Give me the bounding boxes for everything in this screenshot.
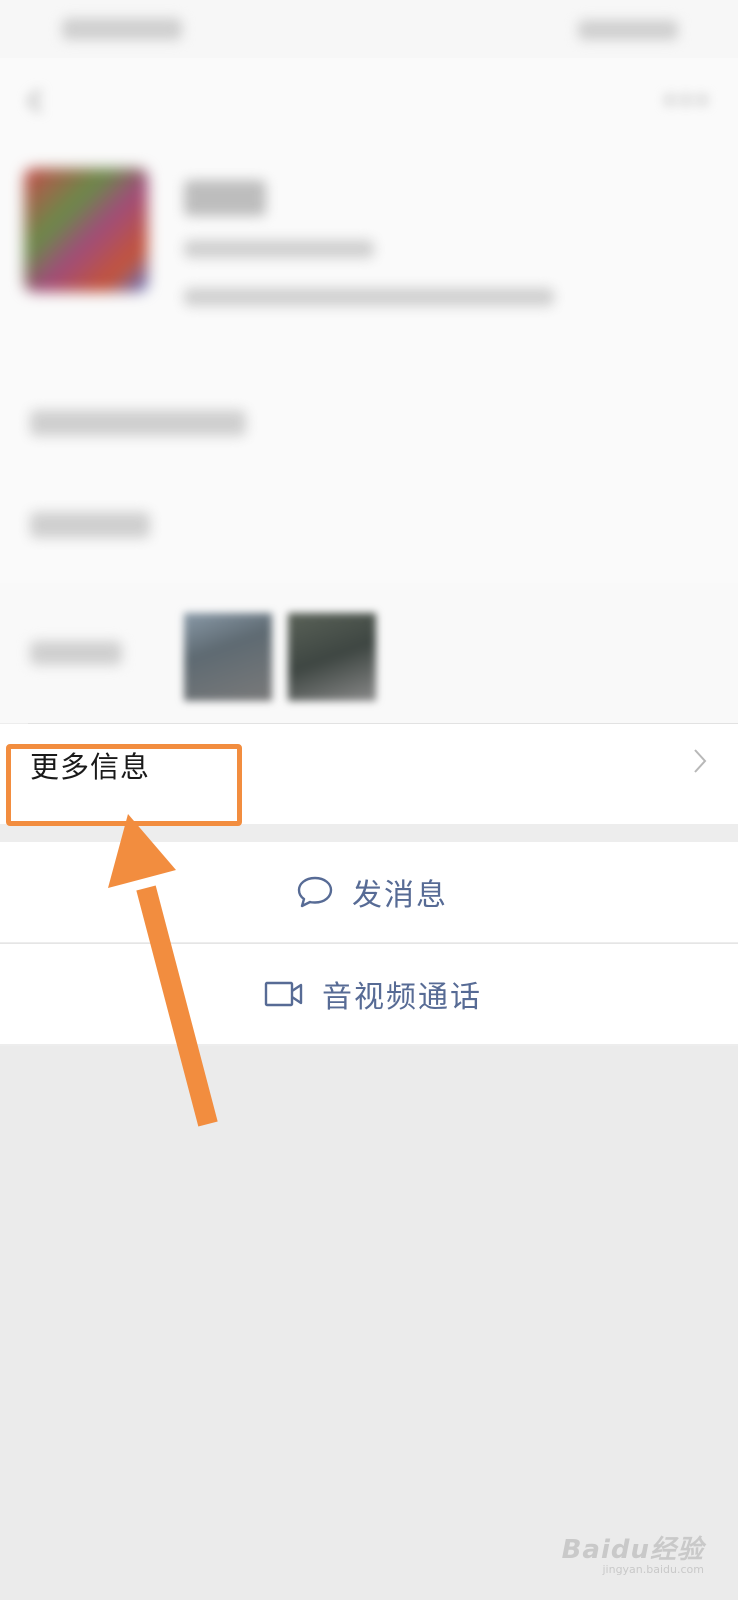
annotation-arrowhead	[108, 814, 176, 888]
annotation-arrow	[108, 814, 218, 1127]
